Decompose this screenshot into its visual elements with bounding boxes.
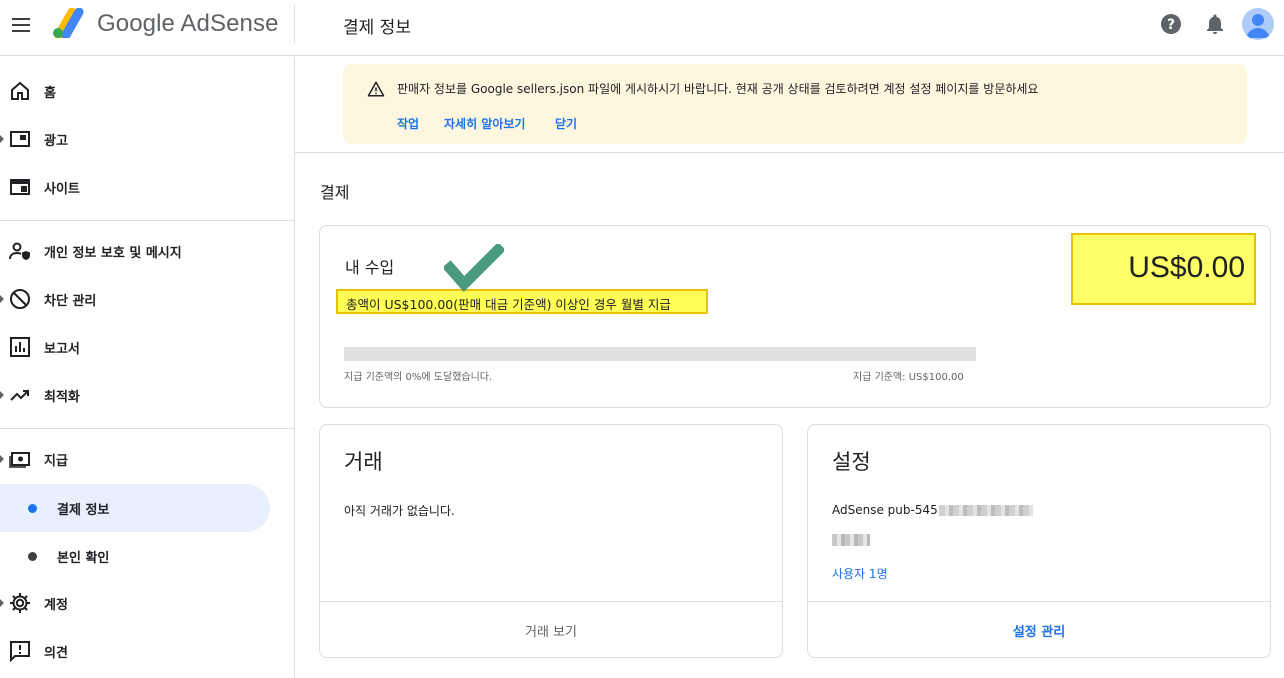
section-title: 결제 (320, 183, 350, 202)
banner-dismiss-link[interactable]: 닫기 (555, 115, 577, 132)
sidebar-item-optimization[interactable]: 최적화 (0, 371, 270, 419)
menu-icon[interactable] (9, 13, 33, 37)
sidebar-item-payments[interactable]: 지급 (0, 435, 270, 483)
ads-icon (10, 131, 30, 147)
expand-caret-icon (0, 391, 4, 399)
sidebar-item-label: 차단 관리 (44, 293, 97, 309)
sidebar-item-ads[interactable]: 광고 (0, 115, 270, 163)
sidebar-item-label: 사이트 (44, 181, 80, 197)
sidebar-item-label: 지급 (44, 453, 68, 469)
sidebar-item-blocking[interactable]: 차단 관리 (0, 275, 270, 323)
adsense-logo-icon (53, 8, 84, 38)
help-icon[interactable]: ? (1159, 12, 1183, 36)
expand-caret-icon (0, 295, 4, 303)
payment-progress-bar (344, 347, 976, 361)
gear-icon (10, 593, 30, 613)
settings-title: 설정 (832, 450, 871, 474)
sidebar-item-verification[interactable]: 본인 확인 (0, 532, 270, 580)
sidebar-item-label: 결제 정보 (57, 503, 110, 518)
brand-name[interactable]: Google AdSense (97, 10, 279, 38)
sites-icon (10, 179, 30, 195)
transactions-title: 거래 (344, 450, 383, 474)
avatar-person-icon (1246, 14, 1270, 38)
earnings-title: 내 수입 (345, 258, 395, 277)
transactions-card: 거래 아직 거래가 없습니다. 거래 보기 (319, 424, 783, 658)
reports-icon (10, 337, 30, 357)
payment-threshold-text: 총액이 US$100.00(판매 대금 기준액) 이상인 경우 월별 지급 (346, 297, 671, 312)
sidebar-item-label: 개인 정보 보호 및 메시지 (44, 245, 182, 261)
sidebar-item-account[interactable]: 계정 (0, 579, 270, 627)
banner-action-link[interactable]: 작업 (397, 115, 419, 132)
home-icon (11, 81, 29, 100)
header-divider (294, 5, 295, 43)
view-transactions-button[interactable]: 거래 보기 (320, 602, 782, 658)
sidebar-item-label: 계정 (44, 597, 68, 613)
sidebar-item-privacy[interactable]: 개인 정보 보호 및 메시지 (0, 227, 270, 275)
expand-caret-icon (0, 455, 4, 463)
sidebar-divider (0, 220, 294, 221)
top-app-bar: Google AdSense 결제 정보 ? (0, 0, 1284, 56)
bullet-icon (28, 504, 37, 513)
page-title: 결제 정보 (343, 18, 411, 38)
bullet-icon (28, 552, 37, 561)
balance-highlight: US$0.00 (1071, 233, 1256, 305)
payment-threshold-highlight: 총액이 US$100.00(판매 대금 기준액) 이상인 경우 월별 지급 (336, 289, 708, 314)
trending-icon (10, 390, 29, 401)
feedback-icon (10, 641, 30, 663)
expand-caret-icon (0, 135, 4, 143)
sidebar-divider (0, 428, 294, 429)
banner-learn-more-link[interactable]: 자세히 알아보기 (444, 115, 525, 132)
svg-text:?: ? (1167, 17, 1175, 33)
publisher-id-row: AdSense pub-545 (832, 502, 1033, 518)
redacted-id (938, 504, 1033, 516)
redacted-name (832, 534, 870, 546)
bell-icon[interactable] (1203, 12, 1227, 36)
sidebar-item-label: 본인 확인 (57, 551, 110, 566)
sidebar-item-reports[interactable]: 보고서 (0, 323, 270, 371)
banner-message: 판매자 정보를 Google sellers.json 파일에 게시하시기 바랍… (397, 82, 1039, 96)
payments-icon (9, 452, 30, 468)
content-divider (295, 152, 1284, 153)
warning-icon (367, 81, 385, 97)
earnings-card: 내 수입 총액이 US$100.00(판매 대금 기준액) 이상인 경우 월별 … (319, 225, 1271, 408)
sidebar: 홈 광고 사이트 개인 정보 보호 및 메시지 차단 관리 보고서 최적화 지급… (0, 57, 295, 678)
balance-amount: US$0.00 (1128, 251, 1245, 284)
users-link[interactable]: 사용자 1명 (832, 565, 888, 582)
progress-threshold-text: 지급 기준액: US$100.00 (853, 372, 964, 383)
sidebar-item-sites[interactable]: 사이트 (0, 163, 270, 211)
sidebar-item-label: 홈 (44, 85, 56, 101)
sidebar-item-label: 광고 (44, 133, 68, 149)
manage-settings-button[interactable]: 설정 관리 (808, 602, 1270, 658)
settings-card: 설정 AdSense pub-545 사용자 1명 설정 관리 (807, 424, 1271, 658)
sidebar-item-feedback[interactable]: 의견 (0, 627, 270, 675)
sidebar-item-label: 최적화 (44, 389, 80, 405)
sellers-json-banner: 판매자 정보를 Google sellers.json 파일에 게시하시기 바랍… (343, 64, 1247, 144)
transactions-empty-text: 아직 거래가 없습니다. (344, 504, 455, 518)
sidebar-item-payment-info[interactable]: 결제 정보 (0, 484, 270, 532)
privacy-icon (9, 242, 30, 260)
block-icon (10, 289, 30, 309)
avatar[interactable] (1242, 8, 1274, 40)
check-icon (444, 244, 504, 293)
expand-caret-icon (0, 599, 4, 607)
sidebar-item-home[interactable]: 홈 (0, 67, 270, 115)
sidebar-item-label: 의견 (44, 645, 68, 661)
progress-status-text: 지급 기준액의 0%에 도달했습니다. (344, 372, 493, 383)
sidebar-item-label: 보고서 (44, 341, 80, 357)
publisher-id: AdSense pub-545 (832, 503, 938, 517)
